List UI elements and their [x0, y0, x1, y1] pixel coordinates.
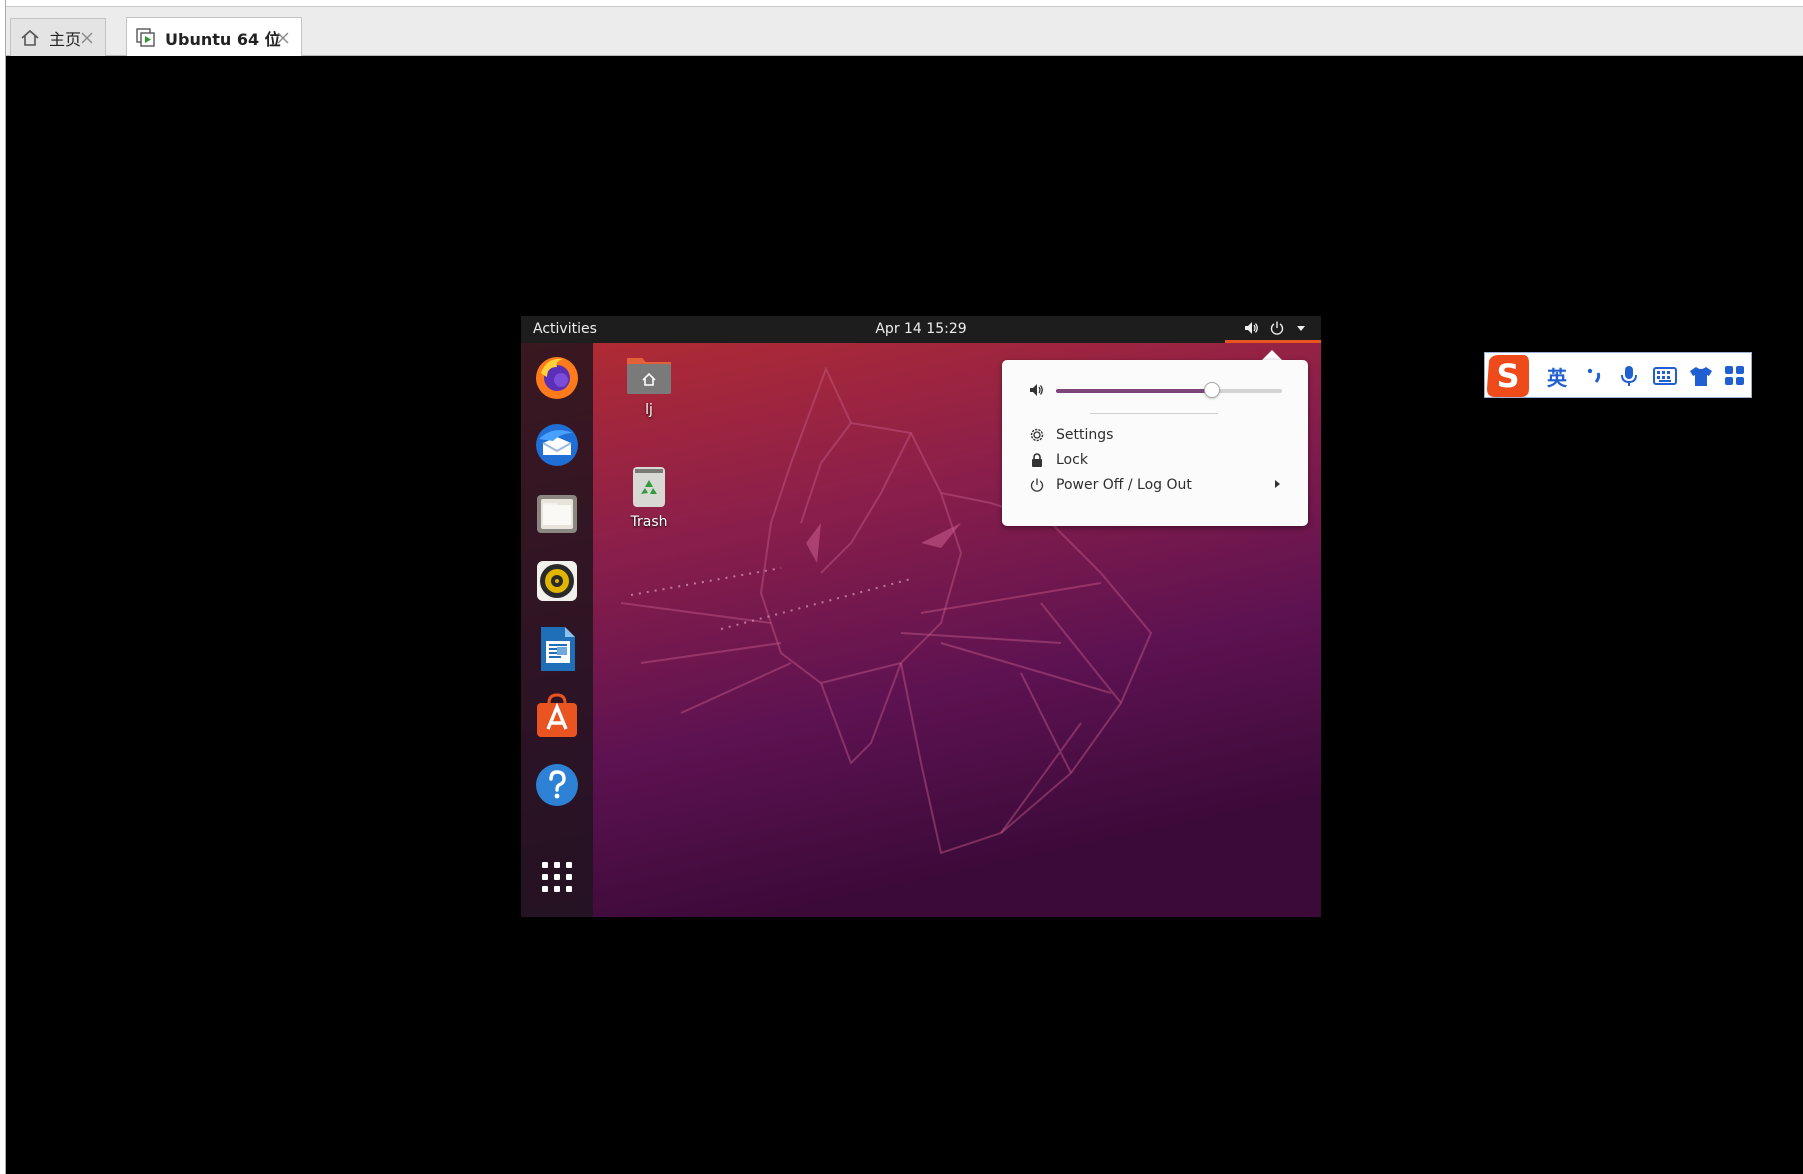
- volume-slider-knob[interactable]: [1203, 382, 1220, 398]
- tab-ubuntu-vm[interactable]: Ubuntu 64 位: [126, 17, 302, 57]
- activities-button[interactable]: Activities: [533, 321, 597, 337]
- skin-shirt-icon[interactable]: [1687, 361, 1715, 391]
- dock: [521, 343, 593, 917]
- svg-text:S: S: [1496, 357, 1519, 395]
- desktop-icon-home[interactable]: lj: [609, 352, 689, 418]
- menu-item-settings[interactable]: Settings: [1028, 424, 1113, 446]
- volume-slider[interactable]: [1056, 382, 1282, 398]
- gear-icon: [1028, 426, 1046, 444]
- home-folder-icon: [627, 358, 671, 394]
- desktop-icon-trash[interactable]: Trash: [609, 464, 689, 530]
- tab-home-label: 主页: [49, 29, 82, 49]
- menu-item-lock[interactable]: Lock: [1028, 449, 1088, 471]
- libreoffice-writer-icon[interactable]: [533, 625, 581, 673]
- thunderbird-icon[interactable]: [533, 421, 581, 469]
- menu-item-power-off[interactable]: Power Off / Log Out: [1028, 474, 1282, 496]
- sogou-logo-icon[interactable]: S: [1483, 351, 1533, 401]
- system-menu: Settings Lock Power Off / Log Out: [1002, 360, 1308, 526]
- host-tab-bar: 主页 Ubuntu 64 位: [6, 7, 1803, 57]
- ime-mode-label[interactable]: 英: [1543, 361, 1571, 391]
- power-icon[interactable]: [1269, 320, 1285, 340]
- keyboard-icon[interactable]: [1651, 361, 1679, 391]
- menu-item-power-off-label: Power Off / Log Out: [1056, 477, 1192, 493]
- menu-divider: [1090, 413, 1218, 414]
- submenu-arrow-icon: [1272, 478, 1282, 494]
- vm-play-icon: [135, 27, 157, 49]
- firefox-icon[interactable]: [533, 353, 581, 401]
- trash-icon: [633, 467, 665, 507]
- app-grid-icon[interactable]: [533, 853, 581, 901]
- punctuation-icon[interactable]: [1581, 361, 1607, 391]
- volume-icon[interactable]: [1243, 320, 1259, 340]
- volume-slider-fill: [1056, 389, 1212, 393]
- home-icon: [19, 27, 41, 49]
- close-icon[interactable]: [79, 30, 95, 46]
- microphone-icon[interactable]: [1615, 361, 1643, 391]
- power-icon: [1028, 476, 1046, 494]
- clock[interactable]: Apr 14 15:29: [521, 321, 1321, 337]
- menu-item-lock-label: Lock: [1056, 452, 1088, 468]
- rhythmbox-icon[interactable]: [533, 557, 581, 605]
- ubuntu-desktop[interactable]: Apr 14 15:29 Activities lj Trash Setting…: [521, 316, 1321, 917]
- desktop-icon-trash-label: Trash: [630, 514, 668, 530]
- ime-toolbar[interactable]: S 英: [1484, 352, 1752, 398]
- tab-ubuntu-vm-label: Ubuntu 64 位: [165, 29, 281, 49]
- files-icon[interactable]: [533, 489, 581, 537]
- close-icon[interactable]: [275, 30, 291, 46]
- toolbox-grid-icon[interactable]: [1721, 361, 1749, 391]
- lock-icon: [1028, 451, 1046, 469]
- dropdown-arrow-icon[interactable]: [1295, 322, 1307, 338]
- ubuntu-top-bar: Apr 14 15:29 Activities: [521, 316, 1321, 343]
- tab-home[interactable]: 主页: [10, 18, 106, 56]
- host-title-strip: [0, 0, 1803, 7]
- volume-icon: [1028, 382, 1044, 402]
- tray-active-indicator: [1225, 340, 1321, 343]
- help-icon[interactable]: [533, 761, 581, 809]
- system-tray[interactable]: [1243, 316, 1307, 343]
- desktop-icon-home-label: lj: [645, 402, 653, 418]
- menu-item-settings-label: Settings: [1056, 427, 1114, 443]
- software-center-icon[interactable]: [533, 693, 581, 741]
